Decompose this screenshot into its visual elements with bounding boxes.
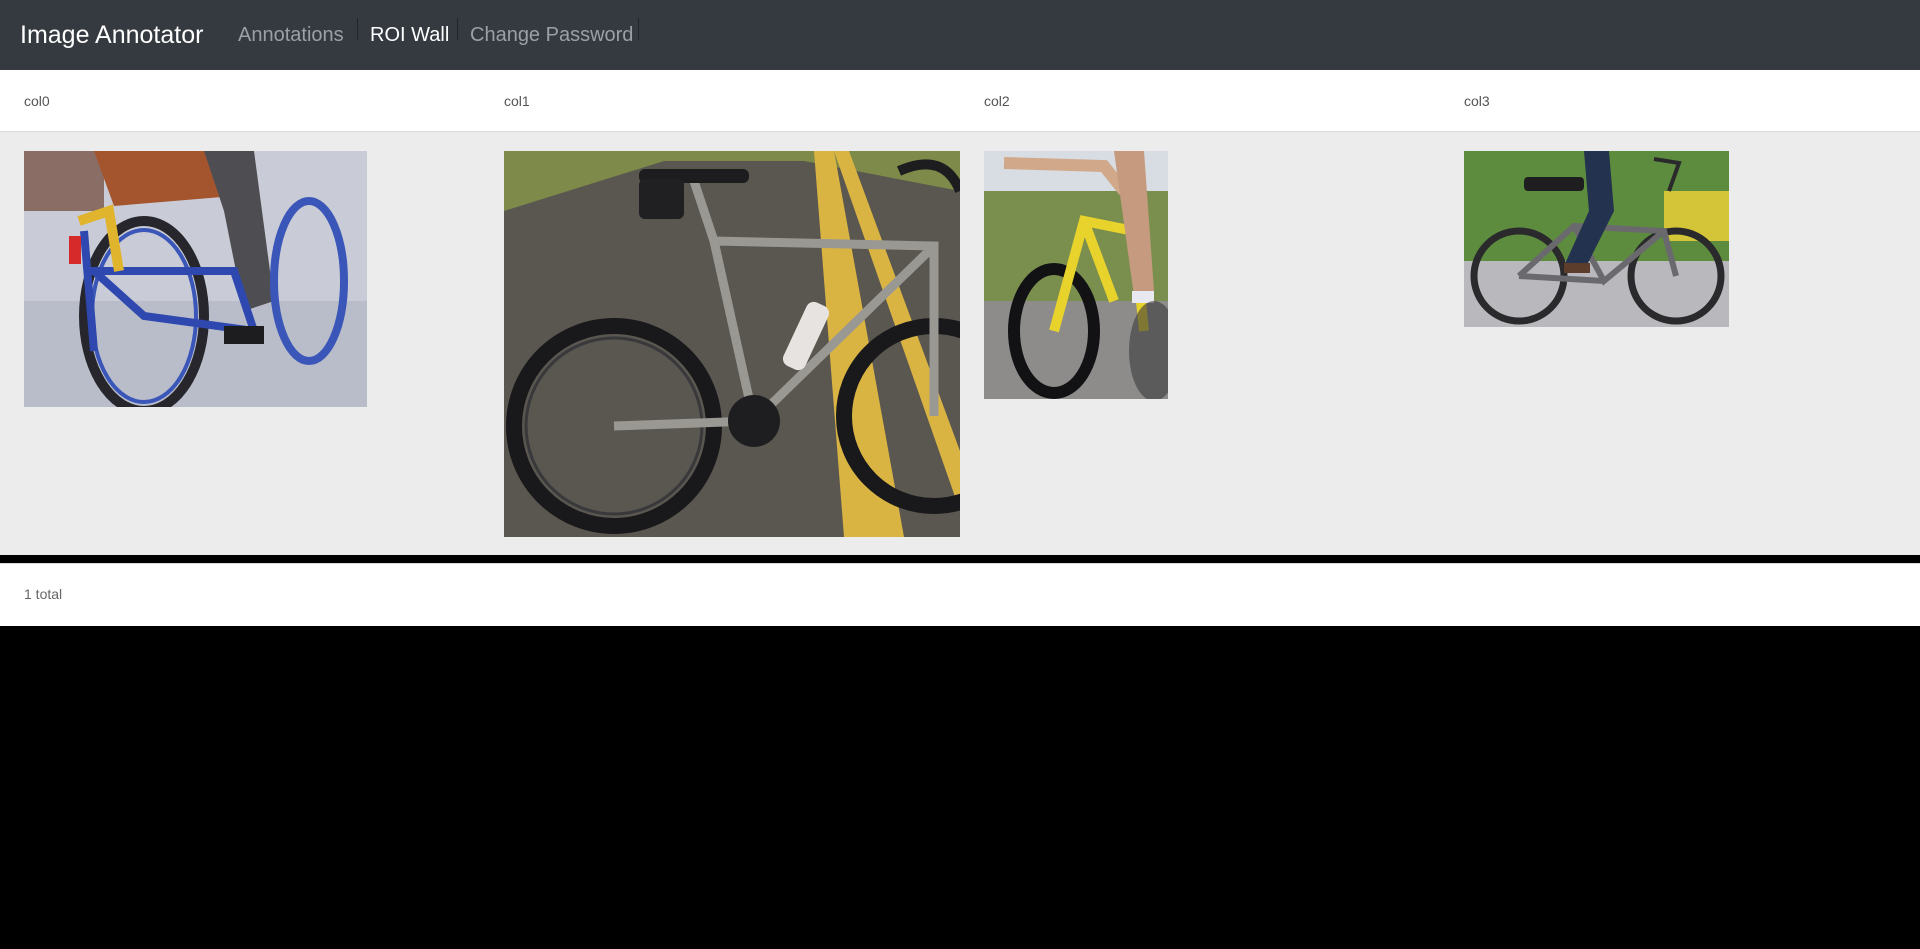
column-header-col1: col1 <box>504 93 530 109</box>
nav-divider <box>357 18 358 40</box>
column-header-col2: col2 <box>984 93 1010 109</box>
roi-image-col3[interactable] <box>1464 151 1729 327</box>
cyclist-blue-bike-photo <box>24 151 367 407</box>
city-ebike-photo <box>1464 151 1729 327</box>
roi-image-col2[interactable] <box>984 151 1168 399</box>
nav-change-password[interactable]: Change Password <box>470 24 633 47</box>
nav-annotations[interactable]: Annotations <box>238 24 344 47</box>
roi-image-col0[interactable] <box>24 151 367 407</box>
yellow-road-bike-photo <box>984 151 1168 399</box>
top-navbar: Image Annotator Annotations ROI Wall Cha… <box>0 0 1920 70</box>
column-header-row: col0 col1 col2 col3 <box>0 70 1920 132</box>
column-header-col0: col0 <box>24 93 50 109</box>
brand-title[interactable]: Image Annotator <box>20 21 203 50</box>
pagination-footer: 1 total <box>0 563 1920 626</box>
nav-divider <box>457 18 458 40</box>
nav-divider <box>638 18 639 40</box>
roi-wall-panel: col0 col1 col2 col3 <box>0 70 1920 555</box>
total-count: 1 total <box>24 586 63 602</box>
nav-roi-wall[interactable]: ROI Wall <box>370 24 449 47</box>
column-header-col3: col3 <box>1464 93 1490 109</box>
titanium-road-bike-photo <box>504 151 960 537</box>
roi-image-col1[interactable] <box>504 151 960 537</box>
